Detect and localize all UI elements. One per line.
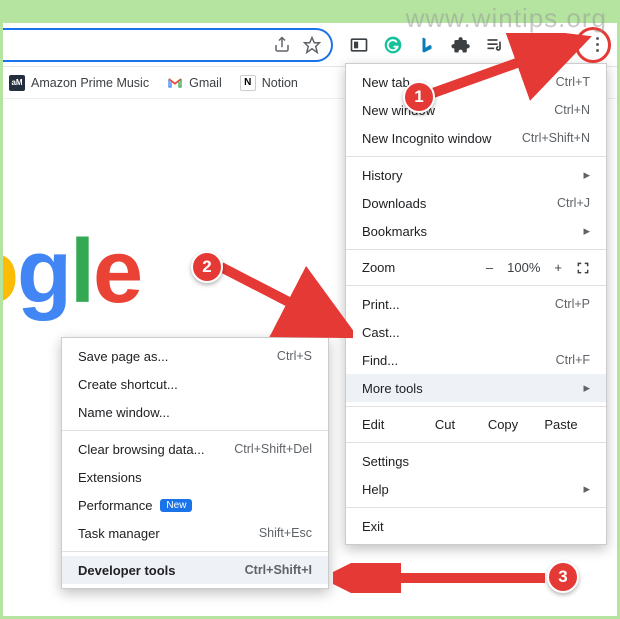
edit-label: Edit — [362, 417, 416, 432]
submenu-create-shortcut[interactable]: Create shortcut... — [62, 370, 328, 398]
fullscreen-icon[interactable] — [576, 261, 590, 275]
submenu-save-page[interactable]: Save page as...Ctrl+S — [62, 342, 328, 370]
menu-history[interactable]: History▸ — [346, 161, 606, 189]
menu-settings[interactable]: Settings — [346, 447, 606, 475]
chevron-right-icon: ▸ — [583, 223, 590, 239]
menu-kebab-icon[interactable] — [585, 33, 609, 57]
menu-exit[interactable]: Exit — [346, 512, 606, 540]
address-bar[interactable] — [3, 28, 333, 62]
grammarly-icon[interactable] — [381, 33, 405, 57]
submenu-performance[interactable]: PerformanceNew — [62, 491, 328, 519]
zoom-in-button[interactable]: + — [554, 260, 562, 275]
annotation-number-1: 1 — [403, 81, 435, 113]
profile-avatar[interactable] — [551, 33, 575, 57]
submenu-task-manager[interactable]: Task managerShift+Esc — [62, 519, 328, 547]
sidepanel-icon[interactable] — [517, 33, 541, 57]
menu-copy[interactable]: Copy — [474, 417, 532, 432]
menu-more-tools[interactable]: More tools▸ — [346, 374, 606, 402]
zoom-value: 100% — [507, 260, 540, 275]
bing-icon[interactable] — [415, 33, 439, 57]
menu-edit-row: Edit Cut Copy Paste — [346, 411, 606, 438]
bookmark-notion[interactable]: N Notion — [240, 75, 298, 91]
reader-icon[interactable] — [347, 33, 371, 57]
notion-icon: N — [240, 75, 256, 91]
submenu-clear-data[interactable]: Clear browsing data...Ctrl+Shift+Del — [62, 435, 328, 463]
menu-new-window[interactable]: New windowCtrl+N — [346, 96, 606, 124]
playlist-icon[interactable] — [483, 33, 507, 57]
menu-incognito[interactable]: New Incognito windowCtrl+Shift+N — [346, 124, 606, 152]
bookmark-amazon-prime[interactable]: aM Amazon Prime Music — [9, 75, 149, 91]
more-tools-submenu: Save page as...Ctrl+S Create shortcut...… — [61, 337, 329, 589]
chevron-right-icon: ▸ — [583, 167, 590, 183]
chevron-right-icon: ▸ — [583, 380, 590, 396]
bookmark-gmail[interactable]: Gmail — [167, 75, 222, 91]
annotation-number-3: 3 — [547, 561, 579, 593]
amazon-music-icon: aM — [9, 75, 25, 91]
bookmark-star-icon[interactable] — [303, 36, 321, 54]
zoom-label: Zoom — [362, 260, 395, 275]
share-icon[interactable] — [273, 36, 291, 54]
menu-paste[interactable]: Paste — [532, 417, 590, 432]
submenu-developer-tools[interactable]: Developer toolsCtrl+Shift+I — [62, 556, 328, 584]
new-badge: New — [160, 499, 192, 512]
bookmark-label: Gmail — [189, 76, 222, 90]
bookmark-label: Notion — [262, 76, 298, 90]
extensions-puzzle-icon[interactable] — [449, 33, 473, 57]
menu-find[interactable]: Find...Ctrl+F — [346, 346, 606, 374]
chrome-main-menu: New tabCtrl+T New windowCtrl+N New Incog… — [345, 63, 607, 545]
chevron-right-icon: ▸ — [583, 481, 590, 497]
menu-cut[interactable]: Cut — [416, 417, 474, 432]
gmail-icon — [167, 75, 183, 91]
menu-cast[interactable]: Cast... — [346, 318, 606, 346]
google-logo: Google — [3, 221, 141, 324]
menu-bookmarks[interactable]: Bookmarks▸ — [346, 217, 606, 245]
menu-print[interactable]: Print...Ctrl+P — [346, 290, 606, 318]
menu-zoom: Zoom – 100% + — [346, 254, 606, 281]
annotation-number-2: 2 — [191, 251, 223, 283]
menu-downloads[interactable]: DownloadsCtrl+J — [346, 189, 606, 217]
menu-new-tab[interactable]: New tabCtrl+T — [346, 68, 606, 96]
bookmark-label: Amazon Prime Music — [31, 76, 149, 90]
submenu-name-window[interactable]: Name window... — [62, 398, 328, 426]
submenu-extensions[interactable]: Extensions — [62, 463, 328, 491]
zoom-out-button[interactable]: – — [486, 260, 493, 275]
menu-help[interactable]: Help▸ — [346, 475, 606, 503]
browser-toolbar — [3, 23, 617, 67]
